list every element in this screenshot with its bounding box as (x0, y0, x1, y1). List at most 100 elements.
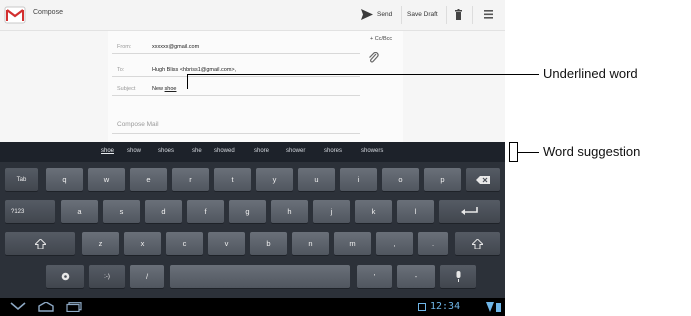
key-o[interactable]: o (382, 168, 419, 191)
suggestion-item[interactable]: shores (324, 148, 342, 154)
underlined-word[interactable]: shoe (165, 86, 177, 92)
recent-apps-icon[interactable] (66, 302, 82, 312)
trash-icon[interactable] (455, 9, 462, 20)
key-slash[interactable]: / (130, 265, 164, 288)
key-s[interactable]: s (103, 200, 140, 223)
menu-icon[interactable] (484, 9, 495, 19)
cc-bcc-button[interactable]: + Cc/Bcc (370, 36, 392, 42)
divider (112, 76, 360, 77)
back-icon[interactable] (10, 302, 26, 311)
key-l[interactable]: l (397, 200, 434, 223)
key-v[interactable]: v (208, 232, 245, 255)
shift-icon (472, 238, 483, 249)
emoticon-key[interactable]: :-) (89, 265, 125, 288)
key-hyphen[interactable]: - (397, 265, 435, 288)
space-bar[interactable] (170, 265, 350, 288)
battery-icon (496, 303, 501, 312)
suggestion-strip: shoe show shoes she showed shore shower … (0, 142, 505, 162)
key-p[interactable]: p (424, 168, 461, 191)
key-m[interactable]: m (334, 232, 371, 255)
key-y[interactable]: y (256, 168, 293, 191)
notification-icon[interactable] (418, 303, 426, 311)
key-g[interactable]: g (229, 200, 266, 223)
key-q[interactable]: q (46, 168, 83, 191)
backspace-icon (476, 175, 490, 184)
compose-body-placeholder[interactable]: Compose Mail (117, 121, 159, 128)
microphone-icon (456, 271, 460, 282)
shift-key-right[interactable] (455, 232, 500, 255)
on-screen-keyboard: Tab q w e r t y u i o p ?123 a s d f g h… (0, 162, 505, 298)
subject-label: Subject (117, 86, 136, 92)
shift-icon (34, 238, 46, 249)
callout-pointer (187, 74, 539, 75)
key-f[interactable]: f (187, 200, 224, 223)
wifi-icon (486, 302, 494, 312)
key-u[interactable]: u (298, 168, 335, 191)
key-apostrophe[interactable]: ' (357, 265, 392, 288)
suggestion-item[interactable]: shoe (101, 148, 114, 154)
callout-underlined-word: Underlined word (543, 66, 638, 81)
key-b[interactable]: b (250, 232, 287, 255)
divider (446, 6, 447, 24)
backspace-key[interactable] (466, 168, 500, 191)
key-z[interactable]: z (82, 232, 119, 255)
key-a[interactable]: a (61, 200, 98, 223)
key-i[interactable]: i (340, 168, 377, 191)
suggestion-item[interactable]: showed (214, 148, 235, 154)
divider (401, 6, 402, 24)
clock: 12:34 (430, 301, 461, 312)
key-e[interactable]: e (130, 168, 167, 191)
key-n[interactable]: n (292, 232, 329, 255)
symbols-key[interactable]: ?123 (5, 200, 55, 223)
tab-key[interactable]: Tab (5, 168, 38, 191)
key-r[interactable]: r (172, 168, 209, 191)
save-draft-button[interactable]: Save Draft (407, 11, 438, 18)
key-w[interactable]: w (88, 168, 125, 191)
divider (472, 6, 473, 24)
suggestion-item[interactable]: shoes (158, 148, 174, 154)
key-k[interactable]: k (355, 200, 392, 223)
suggestion-item[interactable]: shore (254, 148, 269, 154)
suggestion-item[interactable]: showers (361, 148, 383, 154)
enter-key[interactable] (439, 200, 500, 223)
subject-field[interactable]: New shoe (152, 86, 176, 92)
send-button[interactable]: Send (377, 11, 392, 18)
page-title: Compose (33, 9, 63, 16)
suggestion-item[interactable]: she (192, 148, 202, 154)
key-h[interactable]: h (271, 200, 308, 223)
key-t[interactable]: t (214, 168, 251, 191)
send-icon[interactable] (361, 9, 373, 20)
settings-key[interactable] (46, 265, 84, 288)
key-c[interactable]: c (166, 232, 203, 255)
paperclip-icon[interactable] (368, 52, 379, 63)
divider (112, 95, 360, 96)
key-j[interactable]: j (313, 200, 350, 223)
callout-bracket (509, 142, 510, 162)
divider (112, 133, 360, 134)
callout-pointer (187, 74, 188, 89)
enter-icon (460, 207, 478, 215)
key-comma[interactable]: , (376, 232, 413, 255)
system-bar: 12:34 (0, 298, 505, 316)
gmail-app-icon[interactable] (4, 5, 26, 25)
callout-bracket (509, 142, 517, 143)
key-x[interactable]: x (124, 232, 161, 255)
from-field[interactable]: xxxxxx@gmail.com (152, 44, 199, 50)
tablet-screen: Compose Send Save Draft From: xxxxxx@gma… (0, 0, 505, 316)
gear-icon (61, 272, 69, 281)
action-bar: Compose Send Save Draft (0, 0, 505, 31)
callout-pointer (518, 152, 539, 153)
voice-input-key[interactable] (440, 265, 476, 288)
home-icon[interactable] (38, 302, 54, 312)
from-label: From: (117, 44, 132, 50)
to-label: To: (117, 67, 125, 73)
suggestion-item[interactable]: shower (286, 148, 305, 154)
to-field[interactable]: Hugh Bliss <hbriss1@gmail.com>, (152, 67, 236, 73)
key-period[interactable]: . (418, 232, 448, 255)
callout-word-suggestion: Word suggestion (543, 144, 641, 159)
subject-text: New (152, 86, 164, 92)
suggestion-item[interactable]: show (127, 148, 141, 154)
shift-key-left[interactable] (5, 232, 75, 255)
key-d[interactable]: d (145, 200, 182, 223)
callout-bracket (509, 161, 517, 162)
